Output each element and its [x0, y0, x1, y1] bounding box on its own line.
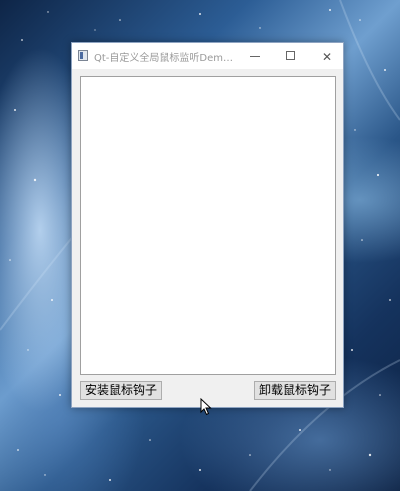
log-text-area[interactable]: [80, 76, 336, 375]
window-title: Qt-自定义全局鼠标监听Demo...: [94, 53, 234, 64]
minimize-icon: [250, 56, 260, 57]
minimize-button[interactable]: [237, 43, 273, 69]
close-icon: ✕: [321, 50, 333, 64]
title-bar[interactable]: Qt-自定义全局鼠标监听Demo... ✕: [72, 43, 343, 69]
close-button[interactable]: ✕: [309, 43, 345, 69]
maximize-button[interactable]: [273, 43, 309, 69]
mouse-cursor-icon: [200, 398, 212, 416]
install-hook-button[interactable]: 安装鼠标钩子: [80, 381, 162, 400]
uninstall-hook-button[interactable]: 卸载鼠标钩子: [254, 381, 336, 400]
app-window: Qt-自定义全局鼠标监听Demo... ✕ 安装鼠标钩子 卸载鼠标钩子: [71, 42, 344, 408]
maximize-icon: [286, 51, 295, 60]
app-icon: [78, 50, 88, 61]
